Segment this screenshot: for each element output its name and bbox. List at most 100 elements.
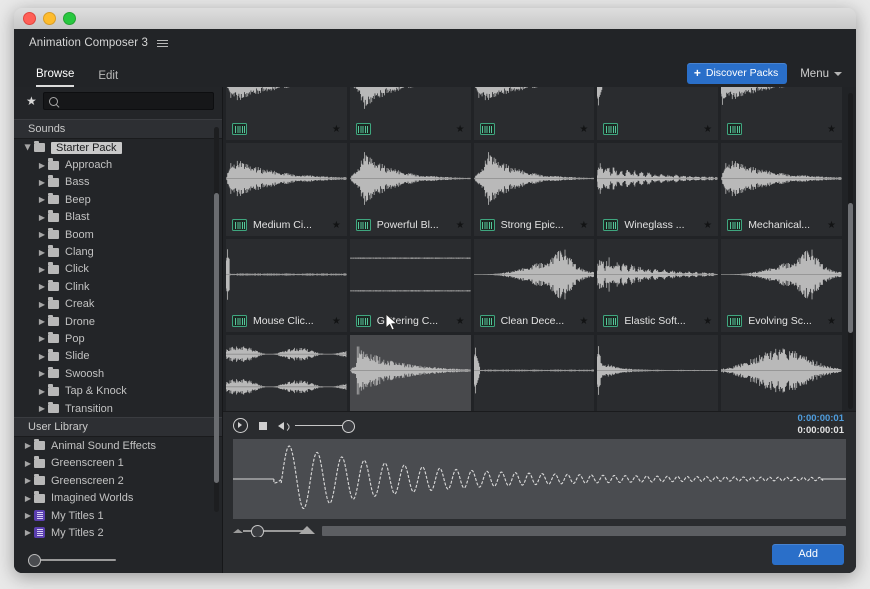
volume-knob[interactable] xyxy=(342,419,355,433)
chevron-right-icon[interactable]: ▶ xyxy=(36,282,48,291)
waveform-horizontal-scrollbar[interactable] xyxy=(322,526,846,536)
zoom-button[interactable] xyxy=(63,12,76,25)
sound-cell[interactable]: Small Pop ...★ xyxy=(473,335,595,411)
add-button[interactable]: Add xyxy=(772,544,844,565)
favorite-star-icon[interactable]: ★ xyxy=(703,316,712,327)
sound-cell[interactable]: Hard Slide ...★ xyxy=(597,335,719,411)
favorite-star-icon[interactable]: ★ xyxy=(827,316,836,327)
sound-cell[interactable]: Powerful Bl... ★ xyxy=(349,143,471,236)
sound-cell[interactable]: ★ xyxy=(226,87,347,140)
chevron-right-icon[interactable]: ▶ xyxy=(36,161,48,170)
menu-button[interactable]: Menu xyxy=(800,68,842,80)
chevron-right-icon[interactable]: ▶ xyxy=(22,459,34,468)
grid-scrollbar-thumb[interactable] xyxy=(848,203,853,333)
favorite-star-icon[interactable]: ★ xyxy=(456,220,465,231)
chevron-right-icon[interactable]: ▶ xyxy=(36,404,48,413)
chevron-right-icon[interactable]: ▶ xyxy=(22,511,34,520)
sidebar-item-drone[interactable]: ▶ Drone xyxy=(14,313,222,330)
favorite-star-icon[interactable]: ★ xyxy=(579,124,588,135)
favorite-star-icon[interactable]: ★ xyxy=(332,124,341,135)
sidebar-item-pop[interactable]: ▶ Pop xyxy=(14,330,222,347)
favorite-star-icon[interactable]: ★ xyxy=(456,124,465,135)
replay-icon[interactable] xyxy=(233,417,248,433)
favorite-star-icon[interactable]: ★ xyxy=(703,220,712,231)
sidebar-item-clink[interactable]: ▶ Clink xyxy=(14,278,222,295)
sound-cell[interactable]: Evolving Sc... ★ xyxy=(721,239,842,332)
sound-cell[interactable]: ★ xyxy=(721,87,842,140)
zoom-slider[interactable] xyxy=(233,524,318,538)
chevron-right-icon[interactable]: ▶ xyxy=(36,317,48,326)
chevron-right-icon[interactable]: ▶ xyxy=(22,528,34,537)
favorite-star-icon[interactable]: ★ xyxy=(332,316,341,327)
sidebar-item-my-titles-1[interactable]: ▶ My Titles 1 xyxy=(14,507,222,524)
sidebar-item-animal-sound-effects[interactable]: ▶ Animal Sound Effects xyxy=(14,437,222,454)
sidebar-scrollbar-thumb[interactable] xyxy=(214,193,219,483)
sidebar-scrollbar[interactable] xyxy=(214,127,219,512)
sound-cell[interactable]: ★ xyxy=(349,87,471,140)
sound-cell[interactable]: Soft Slide 0...★ xyxy=(721,335,842,411)
favorite-star-icon[interactable]: ★ xyxy=(827,124,836,135)
minimize-button[interactable] xyxy=(43,12,56,25)
favorite-star-icon[interactable]: ★ xyxy=(827,220,836,231)
sound-cell[interactable]: Mechanical... ★ xyxy=(721,143,842,236)
stop-icon[interactable] xyxy=(259,421,267,430)
sidebar-item-tap-knock[interactable]: ▶ Tap & Knock xyxy=(14,382,222,399)
sidebar-item-boom[interactable]: ▶ Boom xyxy=(14,226,222,243)
favorite-star-icon[interactable]: ★ xyxy=(579,316,588,327)
sound-cell[interactable]: Glittering C... ★ xyxy=(349,239,471,332)
favorite-star-icon[interactable]: ★ xyxy=(332,220,341,231)
chevron-right-icon[interactable]: ▶ xyxy=(36,213,48,222)
sound-cell[interactable]: Strong Epic... ★ xyxy=(473,143,595,236)
sidebar-item-approach[interactable]: ▶ Approach xyxy=(14,156,222,173)
chevron-right-icon[interactable]: ▶ xyxy=(36,369,48,378)
close-button[interactable] xyxy=(23,12,36,25)
search-input[interactable] xyxy=(61,94,208,108)
search-field[interactable] xyxy=(42,92,214,110)
sidebar-item-blast[interactable]: ▶ Blast xyxy=(14,209,222,226)
chevron-right-icon[interactable]: ▶ xyxy=(36,352,48,361)
sound-cell[interactable]: ★ xyxy=(473,87,595,140)
sound-cell[interactable]: Mouse Clic... ★ xyxy=(226,239,347,332)
volume-slider[interactable] xyxy=(295,419,355,433)
sidebar-item-clang[interactable]: ▶ Clang xyxy=(14,243,222,260)
sidebar-tree[interactable]: Sounds ▶ Starter Pack ▶ Approach ▶ Bass ▶ Beep ▶… xyxy=(14,119,222,545)
slider-knob[interactable] xyxy=(28,554,41,567)
chevron-right-icon[interactable]: ▶ xyxy=(36,265,48,274)
chevron-right-icon[interactable]: ▶ xyxy=(36,178,48,187)
chevron-right-icon[interactable]: ▶ xyxy=(22,476,34,485)
waveform-display[interactable] xyxy=(233,439,846,519)
grid-scrollbar[interactable] xyxy=(848,93,853,409)
sidebar-size-slider[interactable] xyxy=(28,554,116,567)
hamburger-icon[interactable] xyxy=(156,39,168,47)
chevron-down-icon[interactable]: ▶ xyxy=(24,142,33,154)
sidebar-item-creak[interactable]: ▶ Creak xyxy=(14,296,222,313)
chevron-right-icon[interactable]: ▶ xyxy=(36,195,48,204)
sound-cell[interactable]: Clean Dece... ★ xyxy=(473,239,595,332)
chevron-right-icon[interactable]: ▶ xyxy=(36,387,48,396)
sidebar-item-slide[interactable]: ▶ Slide xyxy=(14,348,222,365)
discover-packs-button[interactable]: + Discover Packs xyxy=(686,63,788,84)
speaker-icon[interactable] xyxy=(278,421,284,430)
tab-browse[interactable]: Browse xyxy=(36,68,75,87)
sound-cell[interactable]: Medium Ci... ★ xyxy=(226,143,347,236)
sound-cell[interactable]: Hollow Pop...★ xyxy=(349,335,471,411)
sidebar-item-greenscreen-2[interactable]: ▶ Greenscreen 2 xyxy=(14,472,222,489)
sidebar-item-click[interactable]: ▶ Click xyxy=(14,261,222,278)
sidebar-item-bass[interactable]: ▶ Bass xyxy=(14,174,222,191)
chevron-right-icon[interactable]: ▶ xyxy=(36,248,48,257)
sidebar-item-transition[interactable]: ▶ Transition xyxy=(14,400,222,417)
chevron-right-icon[interactable]: ▶ xyxy=(36,230,48,239)
favorite-star-icon[interactable]: ★ xyxy=(456,316,465,327)
sidebar-item-starter-pack[interactable]: ▶ Starter Pack xyxy=(14,139,222,156)
sidebar-item-greenscreen-1[interactable]: ▶ Greenscreen 1 xyxy=(14,455,222,472)
sidebar-item-beep[interactable]: ▶ Beep xyxy=(14,191,222,208)
sidebar-item-my-titles-2[interactable]: ▶ My Titles 2 xyxy=(14,524,222,541)
favorite-star-icon[interactable]: ★ xyxy=(579,220,588,231)
favorites-star-icon[interactable]: ★ xyxy=(26,94,37,108)
sound-cell[interactable]: Wineglass ... ★ xyxy=(597,143,719,236)
sidebar-item-swoosh[interactable]: ▶ Swoosh xyxy=(14,365,222,382)
favorite-star-icon[interactable]: ★ xyxy=(703,124,712,135)
sound-cell[interactable]: Sci-fi Dron...★ xyxy=(226,335,347,411)
tab-edit[interactable]: Edit xyxy=(98,70,118,87)
sound-cell[interactable]: Elastic Soft... ★ xyxy=(597,239,719,332)
